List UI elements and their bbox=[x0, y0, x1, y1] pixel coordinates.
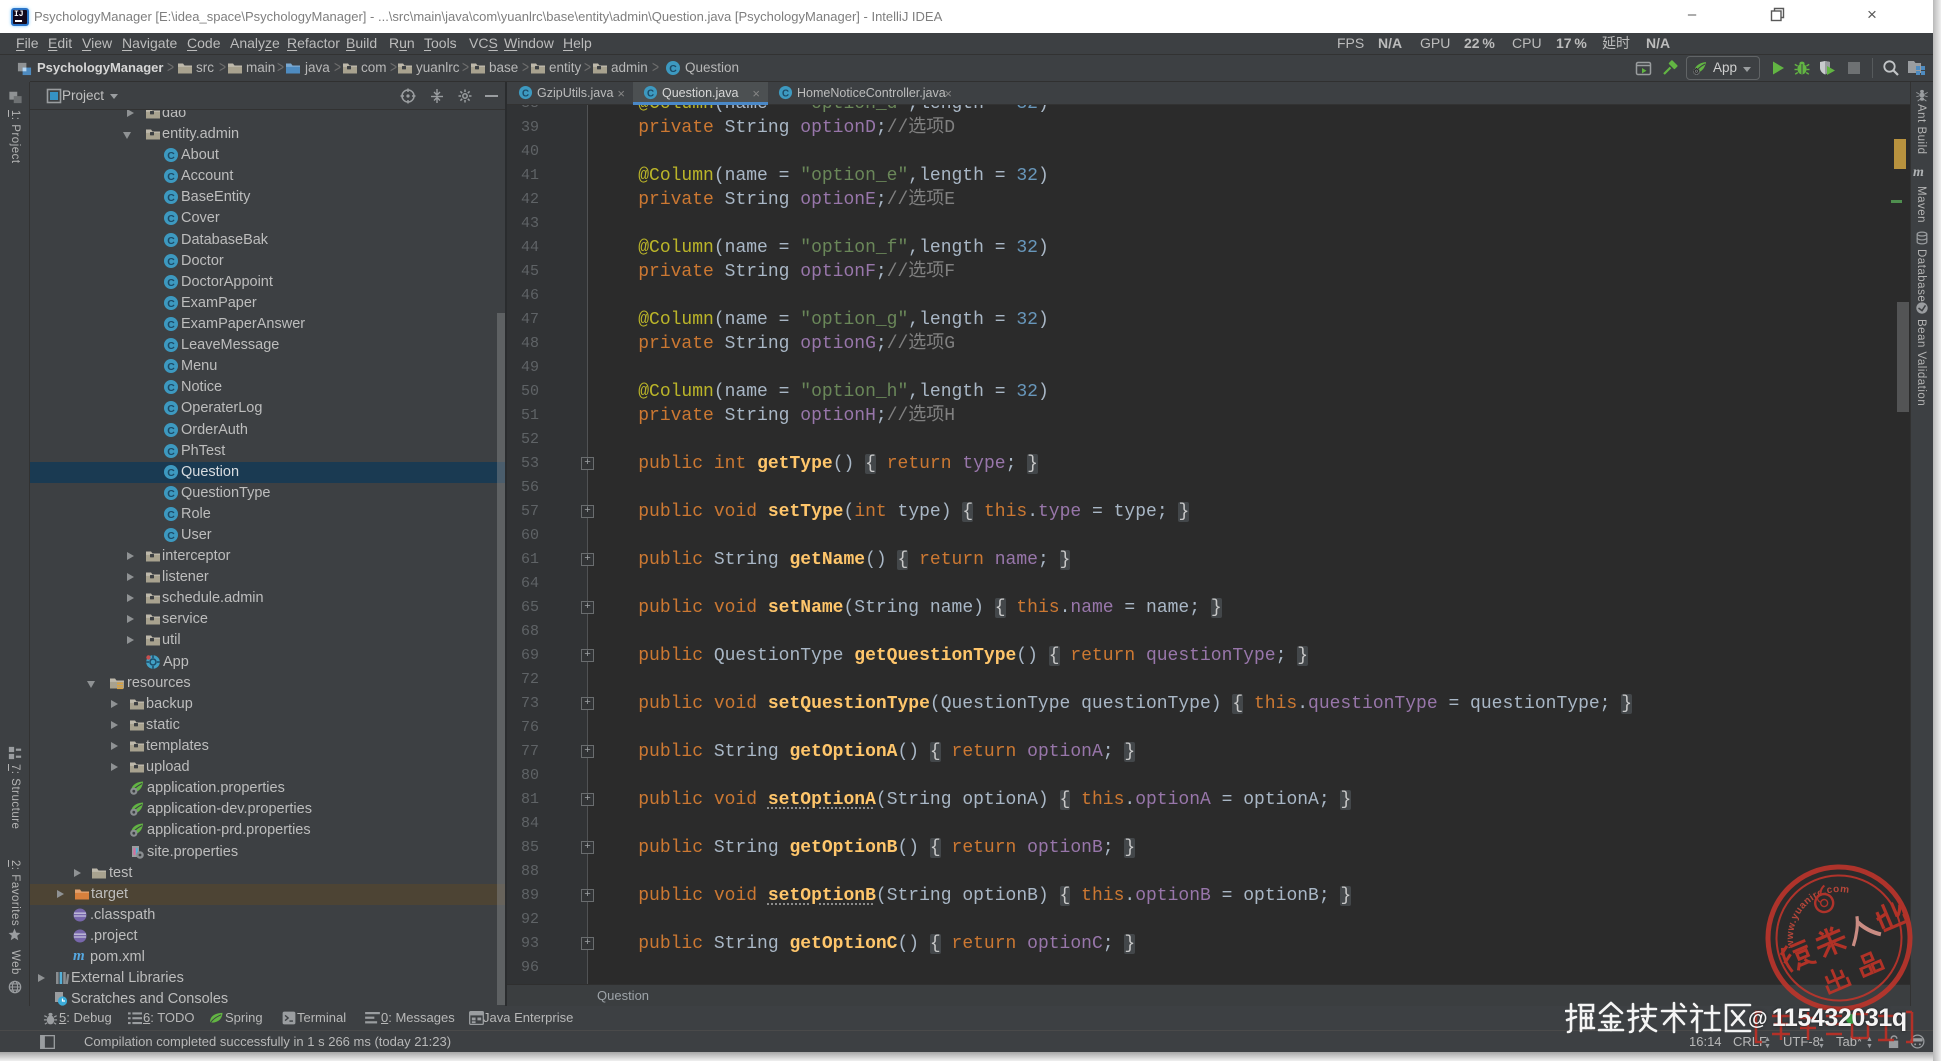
svg-text:C: C bbox=[167, 488, 175, 500]
svg-text:C: C bbox=[167, 319, 175, 331]
svg-text:C: C bbox=[669, 63, 677, 75]
svg-text:⚙: ⚙ bbox=[1693, 67, 1700, 76]
svg-text:C: C bbox=[167, 509, 175, 521]
svg-text:C: C bbox=[167, 235, 175, 247]
svg-text:C: C bbox=[167, 192, 175, 204]
svg-text:C: C bbox=[167, 150, 175, 162]
svg-text:C: C bbox=[167, 382, 175, 394]
svg-text:C: C bbox=[167, 340, 175, 352]
svg-text:C: C bbox=[167, 213, 175, 225]
svg-text:C: C bbox=[782, 88, 789, 99]
svg-text:C: C bbox=[167, 298, 175, 310]
svg-text:C: C bbox=[167, 361, 175, 373]
svg-text:C: C bbox=[167, 446, 175, 458]
svg-text:C: C bbox=[522, 88, 529, 99]
svg-text:C: C bbox=[647, 88, 654, 99]
svg-text:C: C bbox=[167, 403, 175, 415]
svg-text:C: C bbox=[167, 467, 175, 479]
svg-text:C: C bbox=[167, 256, 175, 268]
svg-text:C: C bbox=[167, 530, 175, 542]
svg-text:C: C bbox=[167, 425, 175, 437]
svg-text:C: C bbox=[167, 277, 175, 289]
svg-text:C: C bbox=[167, 171, 175, 183]
